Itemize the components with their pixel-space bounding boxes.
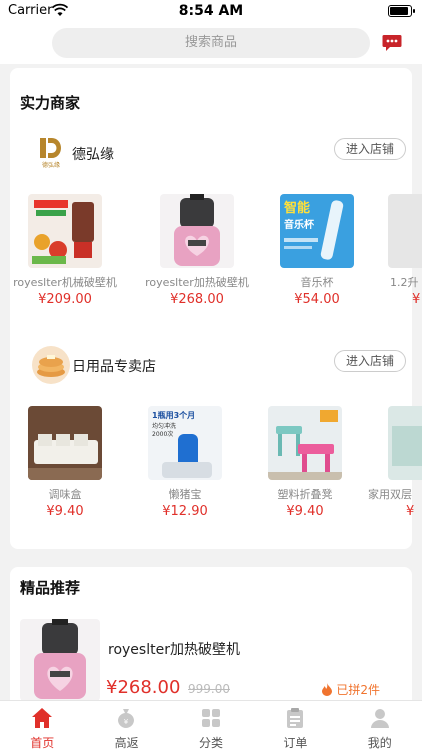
- product-price: ¥9.40: [286, 504, 324, 519]
- picks-card: 精品推荐 royeslter加热破壁机 ¥268.00 999.00 已拼2件: [10, 567, 412, 700]
- product-price: ¥209.00: [38, 292, 92, 307]
- battery-icon: [388, 5, 415, 17]
- tab-bar: 首页 ¥ 高返 分类 订单 我的: [0, 700, 422, 750]
- tab-home[interactable]: 首页: [0, 701, 84, 750]
- clock: 8:54 AM: [178, 3, 244, 19]
- store-products[interactable]: 调味盒 ¥9.40 1瓶用3个月 均匀冲洗 2000次 懒猪宝 ¥12.90 塑…: [10, 406, 422, 526]
- product-card[interactable]: 1瓶用3个月 均匀冲洗 2000次 懒猪宝 ¥12.90: [130, 406, 240, 526]
- tab-label: 首页: [30, 736, 55, 750]
- product-name: 调味盒: [48, 488, 82, 501]
- tab-profile[interactable]: 我的: [338, 701, 422, 750]
- person-icon: [370, 709, 389, 728]
- product-image: [160, 194, 234, 268]
- svg-text:智能: 智能: [284, 200, 310, 216]
- product-card[interactable]: 1.2升 ¥: [370, 194, 422, 314]
- pick-name: royeslter加热破壁机: [108, 642, 240, 658]
- product-price: ¥: [406, 504, 415, 519]
- svg-text:¥: ¥: [124, 718, 129, 726]
- flame-icon: [321, 683, 332, 696]
- tab-label: 我的: [367, 736, 392, 750]
- search-header: 搜索商品: [0, 22, 422, 64]
- product-card[interactable]: 智能 音乐杯 音乐杯 ¥54.00: [262, 194, 372, 314]
- sellers-section-title: 实力商家: [20, 94, 81, 112]
- store-name: 德弘缘: [72, 147, 114, 163]
- chat-icon[interactable]: [382, 34, 402, 52]
- product-card[interactable]: 调味盒 ¥9.40: [10, 406, 120, 526]
- product-name: 音乐杯: [300, 276, 334, 289]
- product-name: 1.2升: [390, 276, 419, 289]
- clipboard-icon: [287, 708, 304, 728]
- product-name: 懒猪宝: [168, 488, 202, 501]
- product-image: [388, 194, 422, 268]
- tab-label: 高返: [114, 736, 139, 750]
- store-row-dehongyuan[interactable]: 德弘缘 德弘缘 进入店铺 royeslter机械破壁机 ¥209.00 roye…: [10, 134, 422, 314]
- pick-original-price: 999.00: [188, 682, 230, 696]
- product-card[interactable]: 塑料折叠凳 ¥9.40: [250, 406, 360, 526]
- product-price: ¥9.40: [46, 504, 84, 519]
- store-row-daily-goods[interactable]: 日用品专卖店 进入店铺 调味盒 ¥9.40 1瓶用3个月 均匀冲洗 2000次 …: [10, 346, 422, 526]
- product-image: [20, 619, 100, 700]
- tab-rebate[interactable]: ¥ 高返: [84, 701, 168, 750]
- product-name: 家用双层: [368, 488, 412, 501]
- pick-price: ¥268.00: [106, 677, 181, 698]
- svg-text:1瓶用3个月: 1瓶用3个月: [152, 410, 195, 420]
- product-price: ¥268.00: [170, 292, 224, 307]
- product-name: royeslter加热破壁机: [145, 276, 249, 289]
- product-card[interactable]: royeslter机械破壁机 ¥209.00: [10, 194, 120, 314]
- search-input[interactable]: 搜索商品: [52, 28, 370, 58]
- product-image: [28, 406, 102, 480]
- grid-icon: [201, 709, 220, 727]
- product-image: 智能 音乐杯: [280, 194, 354, 268]
- svg-text:音乐杯: 音乐杯: [284, 218, 315, 231]
- enter-store-button[interactable]: 进入店铺: [334, 138, 406, 160]
- svg-text:德弘缘: 德弘缘: [42, 161, 60, 169]
- tab-category[interactable]: 分类: [169, 701, 253, 750]
- store-name: 日用品专卖店: [72, 359, 156, 375]
- store-logo: [32, 346, 70, 384]
- tab-label: 分类: [198, 736, 223, 750]
- svg-text:2000次: 2000次: [152, 430, 173, 438]
- product-price: ¥12.90: [162, 504, 208, 519]
- tab-orders[interactable]: 订单: [253, 701, 337, 750]
- badge-label: 已拼2件: [336, 683, 380, 697]
- store-products[interactable]: royeslter机械破壁机 ¥209.00 royeslter加热破壁机 ¥2…: [10, 194, 422, 314]
- product-image: [28, 194, 102, 268]
- product-card[interactable]: 家用双层 ¥: [360, 406, 422, 526]
- product-name: royeslter机械破壁机: [13, 276, 117, 289]
- product-price: ¥54.00: [294, 292, 340, 307]
- product-card[interactable]: royeslter加热破壁机 ¥268.00: [142, 194, 252, 314]
- tab-label: 订单: [283, 736, 308, 750]
- product-image: [388, 406, 422, 480]
- store-logo: 德弘缘: [40, 138, 61, 169]
- group-buy-badge: 已拼2件: [321, 681, 380, 698]
- product-image: [268, 406, 342, 480]
- picks-section-title: 精品推荐: [20, 579, 81, 597]
- status-bar: Carrier 8:54 AM: [0, 0, 422, 22]
- enter-store-button[interactable]: 进入店铺: [334, 350, 406, 372]
- svg-text:均匀冲洗: 均匀冲洗: [152, 422, 176, 430]
- sellers-card: 实力商家 德弘缘 德弘缘 进入店铺 royeslter机械破壁机 ¥209.00…: [10, 68, 422, 549]
- product-name: 塑料折叠凳: [277, 488, 333, 501]
- money-bag-icon: ¥: [118, 709, 135, 728]
- main-content[interactable]: 实力商家 德弘缘 德弘缘 进入店铺 royeslter机械破壁机 ¥209.00…: [0, 64, 422, 700]
- product-image: 1瓶用3个月 均匀冲洗 2000次: [148, 406, 222, 480]
- home-icon: [32, 708, 52, 728]
- product-price: ¥: [412, 292, 421, 307]
